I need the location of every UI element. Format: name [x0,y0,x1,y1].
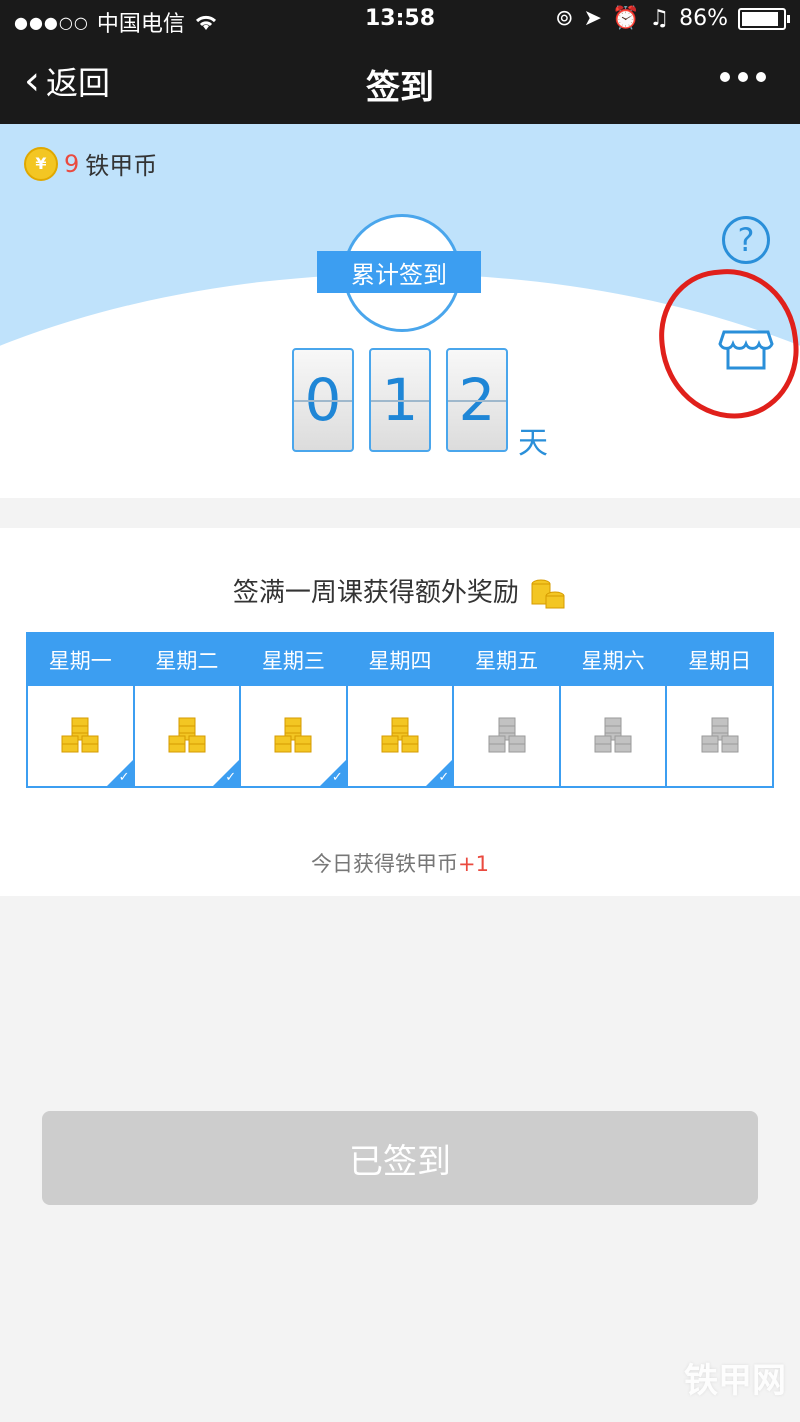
weekday-label: 星期五 [454,634,559,686]
weekly-heading: 签满一周课获得额外奖励 [0,572,800,614]
coin-balance: ¥ 9 铁甲币 [24,146,157,181]
gold-coins-icon [381,717,419,753]
weekday-reward [667,686,772,786]
gold-coins-icon [531,579,565,608]
battery-icon [738,7,790,30]
today-reward-amount: +1 [458,852,489,876]
weekday-reward: ✓ [348,686,453,786]
weekday-reward: ✓ [135,686,240,786]
help-button[interactable]: ? [722,216,770,264]
weekday-label: 星期四 [347,634,453,686]
alarm-icon: ⏰ [611,6,640,31]
weekday-label: 星期二 [134,634,240,686]
weekday-cell: 星期二 ✓ [134,634,242,786]
coin-icon: ¥ [24,146,58,181]
weekday-reward: ✓ [241,686,346,786]
battery-percent: 86% [679,6,728,31]
checkmark-icon: ✓ [118,770,130,785]
headphones-icon: ♫ [649,6,670,31]
more-dot [720,72,730,82]
weekday-cell: 星期五 [454,634,561,786]
signin-hero: ¥ 9 铁甲币 ? 累计签到 0 1 2 天 [0,124,800,498]
gold-coins-icon [168,717,206,753]
weekday-cell: 星期一 ✓ [28,634,135,786]
checkmark-icon: ✓ [225,770,237,785]
day-digit: 2 [446,348,508,452]
checkmark-icon: ✓ [331,770,343,785]
gray-coins-icon [701,717,739,753]
weekday-label: 星期日 [667,634,773,686]
gray-coins-icon [594,717,632,753]
more-dot [738,72,748,82]
day-digit: 0 [292,348,354,452]
today-reward-text: 今日获得铁甲币 [311,852,459,876]
watermark-logo: 铁甲网 [684,1361,786,1401]
page-title: 签到 [366,68,434,108]
weekly-heading-text: 签满一周课获得额外奖励 [232,578,519,608]
checkmark-icon: ✓ [438,770,450,785]
rotation-lock-icon: ⊚ [555,6,574,31]
weekday-label: 星期六 [560,634,666,686]
weekday-reward [454,686,559,786]
weekday-cell: 星期四 ✓ [347,634,455,786]
nav-bar: ‹ 返回 签到 [0,40,800,124]
status-bar: ●●●○○ 中国电信 13:58 ⊚ ➤ ⏰ ♫ 86% [0,0,800,40]
gold-coins-icon [61,717,99,753]
gray-coins-icon [488,717,526,753]
weekday-cell: 星期三 ✓ [241,634,348,786]
coin-balance-unit: 铁甲币 [85,152,158,180]
cumulative-signin-label: 累计签到 [317,251,481,293]
weekday-reward [561,686,666,786]
weekday-label: 星期一 [28,634,133,686]
coin-balance-amount: 9 [64,149,80,178]
weekly-rewards: 签满一周课获得额外奖励 星期一 ✓ 星期二 ✓ 星期三 ✓ 星期四 ✓ 星期五 星期六 星期日 今日… [0,528,800,896]
weekday-reward: ✓ [28,686,133,786]
weekday-cell: 星期日 [667,634,773,786]
signed-in-button[interactable]: 已签到 [42,1111,758,1205]
weekday-label: 星期三 [241,634,346,686]
more-dot [756,72,766,82]
weekday-table: 星期一 ✓ 星期二 ✓ 星期三 ✓ 星期四 ✓ 星期五 星期六 星期日 [26,632,774,788]
more-button[interactable] [720,72,766,82]
today-reward: 今日获得铁甲币+1 [0,848,800,878]
day-unit: 天 [518,426,548,461]
weekday-cell: 星期六 [560,634,668,786]
gold-coins-icon [274,717,312,753]
location-icon: ➤ [583,6,602,31]
day-digit: 1 [369,348,431,452]
